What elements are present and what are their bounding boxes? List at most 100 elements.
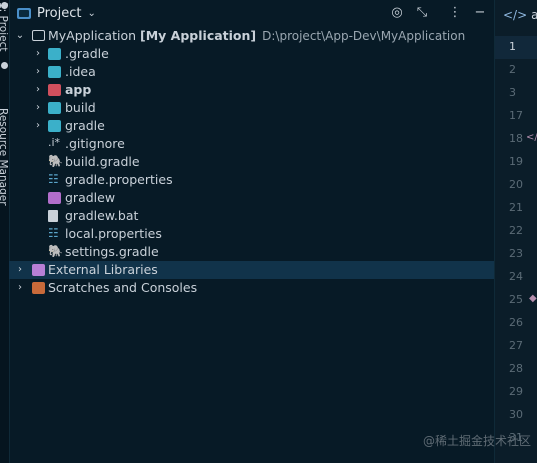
terminal-file-icon	[48, 192, 61, 204]
line-number: 21	[509, 201, 523, 214]
tree-item-name: .gitignore	[65, 136, 125, 151]
project-toolbar: Project ⌄ ◎ ⤡ ⋮ −	[9, 0, 494, 26]
line-number: 25	[509, 293, 523, 306]
project-tool-tab[interactable]: 1: Project	[0, 2, 9, 51]
tree-item-label: settings.gradle	[65, 243, 159, 261]
chevron-down-icon[interactable]: ⌄	[15, 27, 25, 45]
tree-item-name: build.gradle	[65, 154, 140, 169]
tree-row[interactable]: .i* .gitignore	[9, 135, 494, 153]
gutter-marker-icon[interactable]: ◆	[529, 293, 537, 304]
folder-icon	[48, 48, 61, 60]
project-panel: Project ⌄ ◎ ⤡ ⋮ − ⌄ MyApplication [My Appl…	[9, 0, 494, 463]
line-number: 24	[509, 270, 523, 283]
tree-item-label: local.properties	[65, 225, 162, 243]
line-number: 18	[509, 132, 523, 145]
line-number: 20	[509, 178, 523, 191]
module-name-badge: [My Application]	[140, 28, 257, 43]
tree-item-label: .gitignore	[65, 135, 125, 153]
chevron-right-icon[interactable]: ›	[33, 117, 43, 135]
more-vert-icon[interactable]: ⋮	[446, 3, 464, 21]
folder-icon	[32, 30, 45, 41]
tree-row[interactable]: gradlew	[9, 189, 494, 207]
current-line-highlight	[495, 36, 537, 59]
tree-item-label: External Libraries	[48, 261, 158, 279]
tree-item-name: gradlew.bat	[65, 208, 139, 223]
editor-tab[interactable]: </>ac	[503, 8, 537, 22]
xml-file-icon: </>	[503, 8, 528, 22]
tree-row[interactable]: › gradle	[9, 117, 494, 135]
chevron-down-icon: ⌄	[87, 7, 96, 19]
tree-item-name: MyApplication	[48, 28, 137, 43]
chevron-right-icon[interactable]: ›	[33, 99, 43, 117]
tree-item-name: settings.gradle	[65, 244, 159, 259]
chevron-right-icon[interactable]: ›	[15, 261, 25, 279]
tree-row[interactable]: 🐘 build.gradle	[9, 153, 494, 171]
libraries-icon	[32, 264, 45, 276]
tree-row[interactable]: ☷ gradle.properties	[9, 171, 494, 189]
tree-item-name: local.properties	[65, 226, 162, 241]
tree-item-label: gradle.properties	[65, 171, 173, 189]
tree-item-name: app	[65, 82, 92, 97]
tree-row[interactable]: › app	[9, 81, 494, 99]
xml-gutter-icon: </	[526, 132, 537, 143]
line-number: 19	[509, 155, 523, 168]
line-number: 3	[509, 86, 516, 99]
resource-manager-icon[interactable]	[1, 62, 8, 69]
tree-item-label: gradlew.bat	[65, 207, 138, 225]
properties-file-icon: ☷	[48, 172, 59, 186]
tree-item-label: app	[65, 81, 91, 99]
project-view-title: Project	[37, 5, 82, 21]
tree-item-name: gradle.properties	[65, 172, 173, 187]
line-number: 29	[509, 385, 523, 398]
project-view-selector[interactable]: Project ⌄	[17, 3, 96, 23]
tree-item-name: gradle	[65, 118, 105, 133]
editor-area: </>ac 1231718</19202122232425◆2627282930…	[494, 0, 537, 463]
tree-row[interactable]: gradlew.bat	[9, 207, 494, 225]
tree-item-label: gradle	[65, 117, 105, 135]
minimize-icon[interactable]: −	[471, 3, 489, 21]
tree-item-name: build	[65, 100, 96, 115]
tree-item-name: Scratches and Consoles	[48, 280, 198, 295]
text-file-icon	[48, 210, 58, 222]
tree-item-name: .idea	[65, 64, 96, 79]
project-path: D:\project\App-Dev\MyApplication	[262, 29, 466, 43]
tree-row[interactable]: › External Libraries	[9, 261, 494, 279]
tree-item-label: MyApplication [My Application] D:\project\…	[48, 27, 465, 45]
tree-item-label: .gradle	[65, 45, 109, 63]
target-icon[interactable]: ◎	[388, 3, 406, 21]
chevron-right-icon[interactable]: ›	[33, 45, 43, 63]
gradle-file-icon: 🐘	[48, 244, 63, 258]
line-number: 17	[509, 109, 523, 122]
line-number: 1	[509, 40, 516, 53]
folder-icon	[48, 66, 61, 78]
tree-row[interactable]: › Scratches and Consoles	[9, 279, 494, 297]
gitignore-file-icon: .i*	[48, 136, 61, 149]
tree-row[interactable]: ☷ local.properties	[9, 225, 494, 243]
line-number: 26	[509, 316, 523, 329]
resource-manager-tab[interactable]: Resource Manager	[0, 108, 9, 206]
properties-file-icon: ☷	[48, 226, 59, 240]
watermark: @稀土掘金技术社区	[422, 434, 531, 448]
chevron-right-icon[interactable]: ›	[15, 279, 25, 297]
tree-row[interactable]: 🐘 settings.gradle	[9, 243, 494, 261]
chevron-right-icon[interactable]: ›	[33, 81, 43, 99]
tree-item-label: build.gradle	[65, 153, 140, 171]
line-number: 2	[509, 63, 516, 76]
tree-row[interactable]: ⌄ MyApplication [My Application] D:\project…	[9, 27, 494, 45]
chevron-right-icon[interactable]: ›	[33, 63, 43, 81]
line-number: 23	[509, 247, 523, 260]
tree-item-label: .idea	[65, 63, 96, 81]
line-number: 28	[509, 362, 523, 375]
line-number: 30	[509, 408, 523, 421]
tree-item-label: Scratches and Consoles	[48, 279, 197, 297]
folder-icon	[48, 120, 61, 132]
gradle-file-icon: 🐘	[48, 154, 63, 168]
line-number: 22	[509, 224, 523, 237]
collapse-icon[interactable]: ⤡	[413, 3, 431, 21]
scratches-icon	[32, 282, 45, 294]
tree-row[interactable]: › build	[9, 99, 494, 117]
tree-item-name: .gradle	[65, 46, 109, 61]
tree-row[interactable]: › .gradle	[9, 45, 494, 63]
tree-row[interactable]: › .idea	[9, 63, 494, 81]
editor-tab-label: ac	[531, 8, 537, 22]
